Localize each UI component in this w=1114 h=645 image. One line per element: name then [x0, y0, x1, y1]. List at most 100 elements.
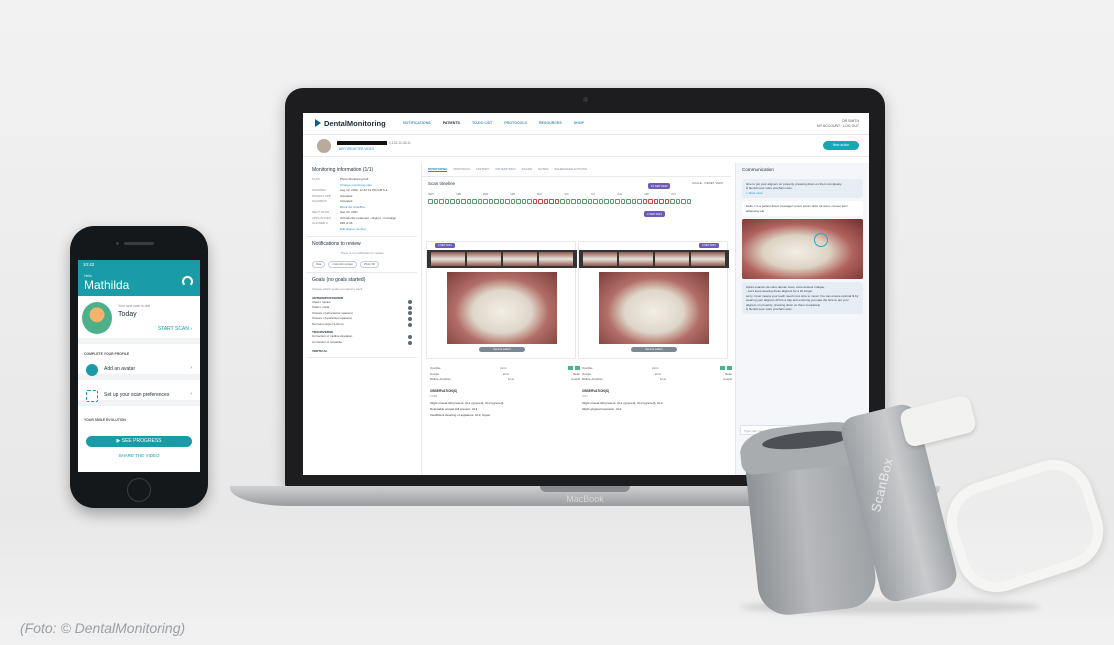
add-avatar-row[interactable]: Add an avatar › [78, 360, 200, 380]
timeline-scan-cell[interactable] [598, 199, 603, 204]
tab-notes[interactable]: NOTES [538, 167, 548, 172]
timeline-scan-cell[interactable] [604, 199, 609, 204]
timeline-scan-cell[interactable] [637, 199, 642, 204]
timeline-scan-cell[interactable] [488, 199, 493, 204]
add-goal-icon[interactable] [408, 311, 412, 316]
timeline-scan-cell[interactable] [439, 199, 444, 204]
timeline-flag[interactable]: 9 SEP 2021 [644, 211, 665, 217]
add-goal-icon[interactable] [408, 300, 412, 305]
photo-thumbnails[interactable] [579, 250, 729, 268]
timeline-scan-cell[interactable] [571, 199, 576, 204]
start-scan-button[interactable]: START SCAN › [158, 326, 192, 332]
add-goal-icon[interactable] [408, 322, 412, 327]
scan-preferences-row[interactable]: Set up your scan preferences › [78, 386, 200, 406]
timeline-scan-cell[interactable] [444, 199, 449, 204]
timeline-scan-cell[interactable] [450, 199, 455, 204]
timeline-scan-cell[interactable] [521, 199, 526, 204]
edit-aligner-link[interactable]: Edit aligner number [340, 227, 366, 233]
nav-protocols[interactable]: PROTOCOLS [504, 121, 527, 125]
timeline-scan-cell[interactable] [466, 199, 471, 204]
timeline-controls[interactable]: SCALE · RESET VIEW [692, 181, 723, 185]
thumbnail[interactable] [691, 252, 725, 266]
timeline-scan-cell[interactable] [532, 199, 537, 204]
timeline-scan-cell[interactable] [483, 199, 488, 204]
tab-protocol[interactable]: PROTOCOL [453, 167, 470, 172]
timeline-scan-cell[interactable] [593, 199, 598, 204]
teeth-photo[interactable] [599, 272, 709, 344]
tab-scheduled-actions[interactable]: SCHEDULED ACTIONS [554, 167, 587, 172]
note-chip[interactable]: Note [312, 261, 326, 268]
photo-3d-chip[interactable]: Photo 3D [359, 261, 379, 268]
timeline-scan-cell[interactable] [549, 199, 554, 204]
user-menu[interactable]: DR SMITH MY ACCOUNT · LOG OUT [817, 119, 859, 129]
timeline-scan-cell[interactable] [516, 199, 521, 204]
timeline-scan-cell[interactable] [538, 199, 543, 204]
add-goal-icon[interactable] [408, 340, 412, 345]
timeline-scan-cell[interactable] [653, 199, 658, 204]
timeline-scan-cell[interactable] [472, 199, 477, 204]
home-button[interactable] [127, 478, 151, 502]
tab-patient-info[interactable]: PATIENT INFO [495, 167, 515, 172]
add-goal-icon[interactable] [408, 305, 412, 310]
timeline-scan-cell[interactable] [527, 199, 532, 204]
timeline-scan-cell[interactable] [565, 199, 570, 204]
send-to-patient-button[interactable]: Send to patient [631, 347, 677, 352]
instruction-screen-chip[interactable]: Instruction screen [328, 261, 357, 268]
timeline-scan-cell[interactable] [626, 199, 631, 204]
nav-notifications[interactable]: NOTIFICATIONS [403, 121, 431, 125]
nav-patients[interactable]: PATIENTS [443, 121, 460, 125]
timeline-scan-cell[interactable] [560, 199, 565, 204]
send-to-patient-button[interactable]: Send to patient [479, 347, 525, 352]
tab-history[interactable]: HISTORY [476, 167, 489, 172]
timeline-scan-cell[interactable] [609, 199, 614, 204]
thumbnail[interactable] [467, 252, 501, 266]
timeline-scan-cell[interactable] [620, 199, 625, 204]
timeline-scan-cell[interactable] [461, 199, 466, 204]
timeline-scan-cell[interactable] [675, 199, 680, 204]
timeline-scan-cell[interactable] [648, 199, 653, 204]
add-goal-icon[interactable] [408, 317, 412, 322]
timeline-scan-cell[interactable] [686, 199, 691, 204]
timeline-scan-cell[interactable] [494, 199, 499, 204]
thumbnail[interactable] [431, 252, 465, 266]
thumbnail[interactable] [503, 252, 537, 266]
timeline-scan-cell[interactable] [587, 199, 592, 204]
timeline-scan-cell[interactable] [631, 199, 636, 204]
nav-todo[interactable]: TO-DO LIST [472, 121, 492, 125]
timeline-scan-cell[interactable] [505, 199, 510, 204]
timeline-scan-cell[interactable] [510, 199, 515, 204]
goal-item[interactable]: Correction of crossbite [312, 340, 412, 346]
timeline-scan-cell[interactable] [499, 199, 504, 204]
nav-resources[interactable]: RESOURCES [539, 121, 562, 125]
chat-teeth-photo[interactable] [742, 219, 863, 280]
thumbnail[interactable] [619, 252, 653, 266]
share-video-link[interactable]: SHARE THE VIDEO [86, 453, 192, 458]
view-more-link[interactable]: + View more [746, 191, 763, 195]
timeline-scan-cell[interactable] [615, 199, 620, 204]
thumbnail[interactable] [583, 252, 617, 266]
timeline-scan-cell[interactable] [664, 199, 669, 204]
tab-scans[interactable]: SCANS [522, 167, 532, 172]
goal-item[interactable]: Normal overjet (1-3mm) [312, 322, 412, 328]
timeline-scan-cell[interactable] [642, 199, 647, 204]
add-goal-icon[interactable] [408, 335, 412, 340]
timeline-flag[interactable]: 16 SEP 2020 [648, 183, 671, 189]
timeline-scan-cell[interactable] [455, 199, 460, 204]
nav-shop[interactable]: SHOP [574, 121, 584, 125]
see-progress-button[interactable]: ▶ SEE PROGRESS [86, 436, 192, 447]
app-logo[interactable]: DentalMonitoring [315, 119, 386, 128]
timeline-scan-cell[interactable] [433, 199, 438, 204]
thumbnail[interactable] [539, 252, 573, 266]
timeline-scan-cell[interactable] [681, 199, 686, 204]
timeline-scan-cell[interactable] [554, 199, 559, 204]
timeline-scan-cell[interactable] [582, 199, 587, 204]
tab-monitoring[interactable]: MONITORING [428, 167, 448, 172]
timeline-scan-cell[interactable] [477, 199, 482, 204]
timeline-scan-cell[interactable] [543, 199, 548, 204]
user-links[interactable]: MY ACCOUNT · LOG OUT [817, 124, 859, 129]
photo-thumbnails[interactable] [427, 250, 577, 268]
teeth-photo[interactable] [447, 272, 557, 344]
new-action-button[interactable]: New action [823, 141, 859, 150]
timeline-scan-cell[interactable] [576, 199, 581, 204]
thumbnail[interactable] [655, 252, 689, 266]
